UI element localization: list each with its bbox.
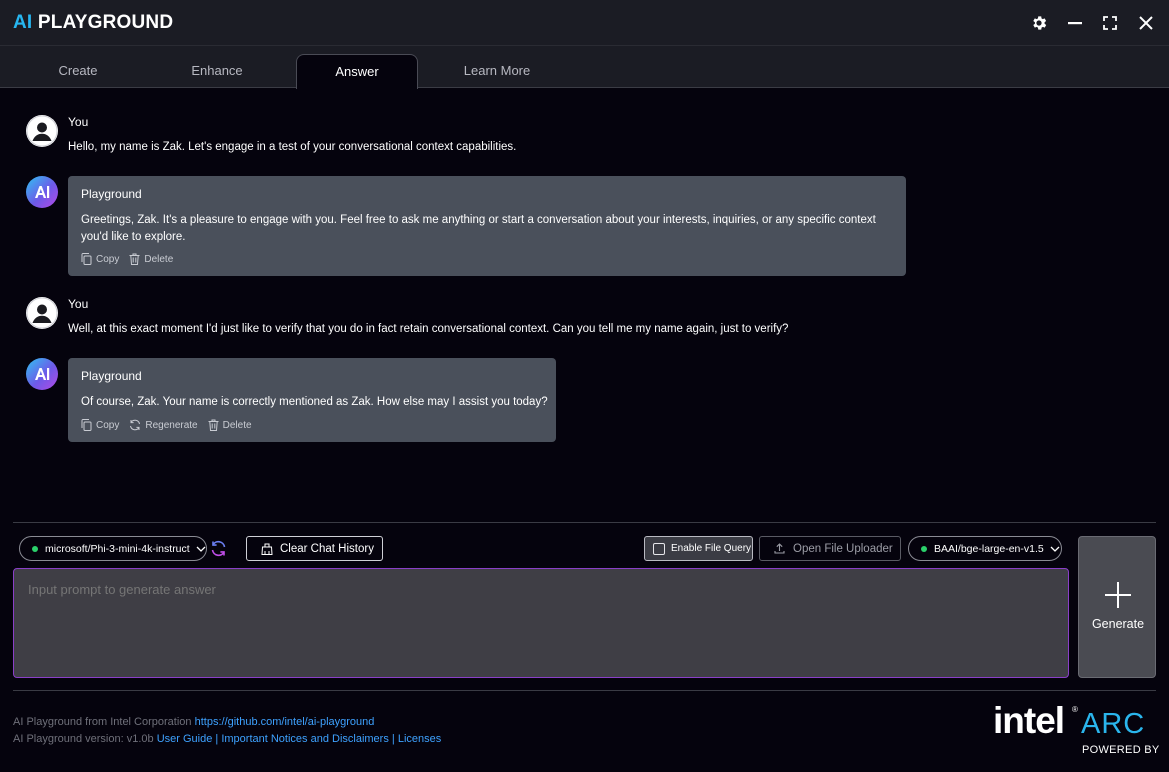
open-file-uploader-label: Open File Uploader <box>793 542 893 555</box>
github-link[interactable]: https://github.com/intel/ai-playground <box>195 716 375 728</box>
open-file-uploader-button[interactable]: Open File Uploader <box>759 536 901 561</box>
chevron-down-icon <box>196 546 206 552</box>
plus-icon <box>1105 582 1131 608</box>
delete-button[interactable]: Delete <box>129 253 173 265</box>
settings-gear-icon[interactable] <box>1028 12 1050 34</box>
tab-create[interactable]: Create <box>17 54 139 88</box>
app-title: AI PLAYGROUND <box>13 12 173 34</box>
message-text: Greetings, Zak. It's a pleasure to engag… <box>81 214 876 243</box>
app-title-ai: AI <box>13 12 33 33</box>
enable-file-query-toggle[interactable]: Enable File Query <box>644 536 753 561</box>
refresh-models-icon[interactable] <box>210 540 227 562</box>
licenses-link[interactable]: Licenses <box>398 733 441 745</box>
title-bar: AI PLAYGROUND <box>0 0 1169 46</box>
llm-model-label: microsoft/Phi-3-mini-4k-instruct <box>45 542 190 555</box>
footer-line-2: AI Playground version: v1.0b User Guide … <box>13 733 441 745</box>
notices-link[interactable]: Important Notices and Disclaimers <box>221 733 389 745</box>
copy-label: Copy <box>96 419 120 431</box>
close-icon[interactable] <box>1135 12 1157 34</box>
regenerate-button[interactable]: Regenerate <box>129 419 198 431</box>
separator: | <box>391 733 395 745</box>
assistant-message-bubble: Playground Greetings, Zak. It's a pleasu… <box>68 176 906 276</box>
embedding-model-label: BAAI/bge-large-en-v1.5 <box>934 542 1044 555</box>
clear-chat-history-label: Clear Chat History <box>280 542 374 555</box>
status-dot <box>32 545 38 552</box>
assistant-message-bubble: Playground Of course, Zak. Your name is … <box>68 358 556 442</box>
prompt-input[interactable] <box>13 568 1069 678</box>
footer-line-1: AI Playground from Intel Corporation htt… <box>13 716 374 728</box>
playground-avatar-icon <box>26 176 58 208</box>
tab-learn-more[interactable]: Learn More <box>436 54 558 88</box>
delete-button[interactable]: Delete <box>208 419 252 431</box>
message-actions: Copy Regenerate Delete <box>81 419 252 431</box>
clear-chat-history-button[interactable]: Clear Chat History <box>246 536 383 561</box>
divider <box>13 690 1156 691</box>
llm-model-select[interactable]: microsoft/Phi-3-mini-4k-instruct <box>19 536 207 561</box>
message-text: Well, at this exact moment I'd just like… <box>68 323 789 335</box>
message-sender: Playground <box>81 369 142 383</box>
trademark-symbol: ® <box>1072 705 1078 714</box>
regenerate-label: Regenerate <box>145 419 198 431</box>
message-actions: Copy Delete <box>81 253 173 265</box>
footer-version-text: AI Playground version: v1.0b <box>13 733 154 745</box>
status-dot <box>921 545 927 552</box>
copy-button[interactable]: Copy <box>81 419 119 431</box>
footer-company-text: AI Playground from Intel Corporation <box>13 716 192 728</box>
delete-label: Delete <box>222 419 252 431</box>
copy-label: Copy <box>96 253 120 265</box>
message-text: Hello, my name is Zak. Let's engage in a… <box>68 141 517 153</box>
copy-button[interactable]: Copy <box>81 253 119 265</box>
user-avatar-icon <box>26 115 58 147</box>
embedding-model-select[interactable]: BAAI/bge-large-en-v1.5 <box>908 536 1062 561</box>
message-sender: Playground <box>81 187 142 201</box>
arc-logo: ARC <box>1081 708 1146 740</box>
enable-file-query-label: Enable File Query <box>671 543 752 554</box>
minimize-icon[interactable] <box>1064 12 1086 34</box>
generate-label: Generate <box>1091 617 1145 631</box>
message-sender: You <box>68 115 89 129</box>
tab-answer[interactable]: Answer <box>296 54 418 89</box>
divider <box>13 522 1156 523</box>
file-query-checkbox[interactable] <box>653 542 665 555</box>
powered-by-text: POWERED BY <box>1082 744 1160 756</box>
chat-history: You Hello, my name is Zak. Let's engage … <box>0 89 1169 519</box>
intel-logo: intel <box>993 700 1065 741</box>
user-guide-link[interactable]: User Guide <box>157 733 213 745</box>
message-sender: You <box>68 297 89 311</box>
app-title-playground: PLAYGROUND <box>37 12 174 33</box>
broom-icon <box>261 543 273 555</box>
chevron-down-icon <box>1050 546 1060 552</box>
delete-label: Delete <box>144 253 174 265</box>
tab-enhance[interactable]: Enhance <box>156 54 278 88</box>
maximize-icon[interactable] <box>1099 12 1121 34</box>
generate-button[interactable]: Generate <box>1078 536 1156 678</box>
playground-avatar-icon <box>26 358 58 390</box>
user-avatar-icon <box>26 297 58 329</box>
upload-icon <box>774 543 785 554</box>
separator: | <box>215 733 219 745</box>
message-text: Of course, Zak. Your name is correctly m… <box>81 396 548 408</box>
tab-bar: Create Enhance Answer Learn More <box>0 46 1169 89</box>
